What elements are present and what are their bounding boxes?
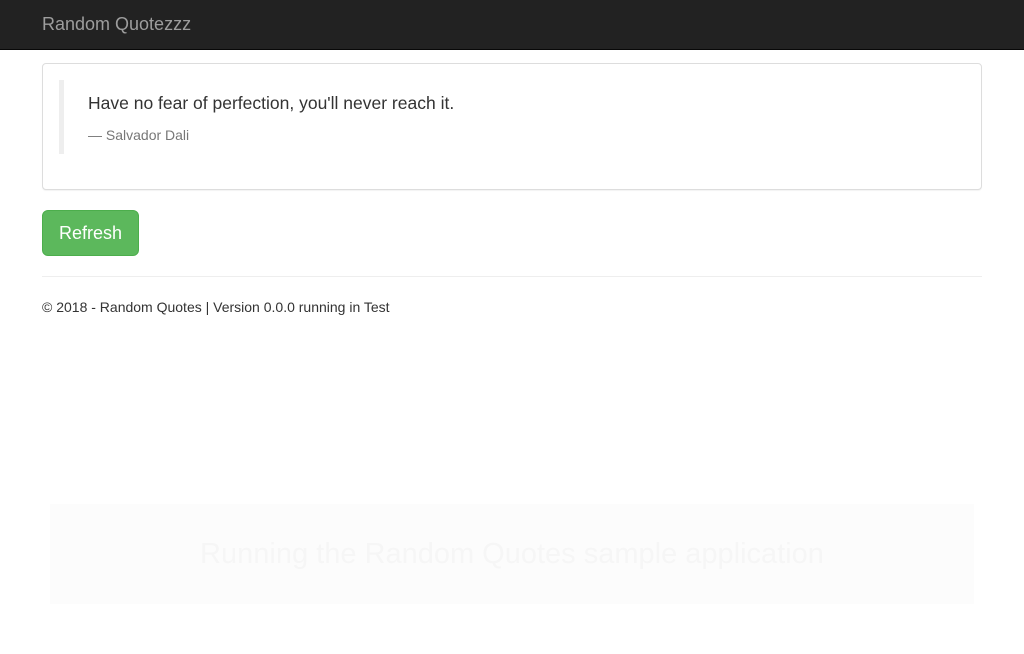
quote-blockquote: Have no fear of perfection, you'll never… — [59, 80, 959, 154]
footer-text: © 2018 - Random Quotes | Version 0.0.0 r… — [42, 299, 390, 315]
top-navbar: Random Quotezzz — [0, 0, 1024, 50]
quote-panel: Have no fear of perfection, you'll never… — [42, 63, 982, 190]
footer-divider — [42, 276, 982, 277]
info-banner: Running the Random Quotes sample applica… — [50, 504, 974, 604]
banner-text: Running the Random Quotes sample applica… — [200, 537, 824, 570]
refresh-button[interactable]: Refresh — [42, 210, 139, 256]
quote-author: — Salvador Dali — [88, 127, 190, 143]
quote-text: Have no fear of perfection, you'll never… — [88, 93, 455, 113]
brand-link[interactable]: Random Quotezzz — [42, 14, 191, 34]
